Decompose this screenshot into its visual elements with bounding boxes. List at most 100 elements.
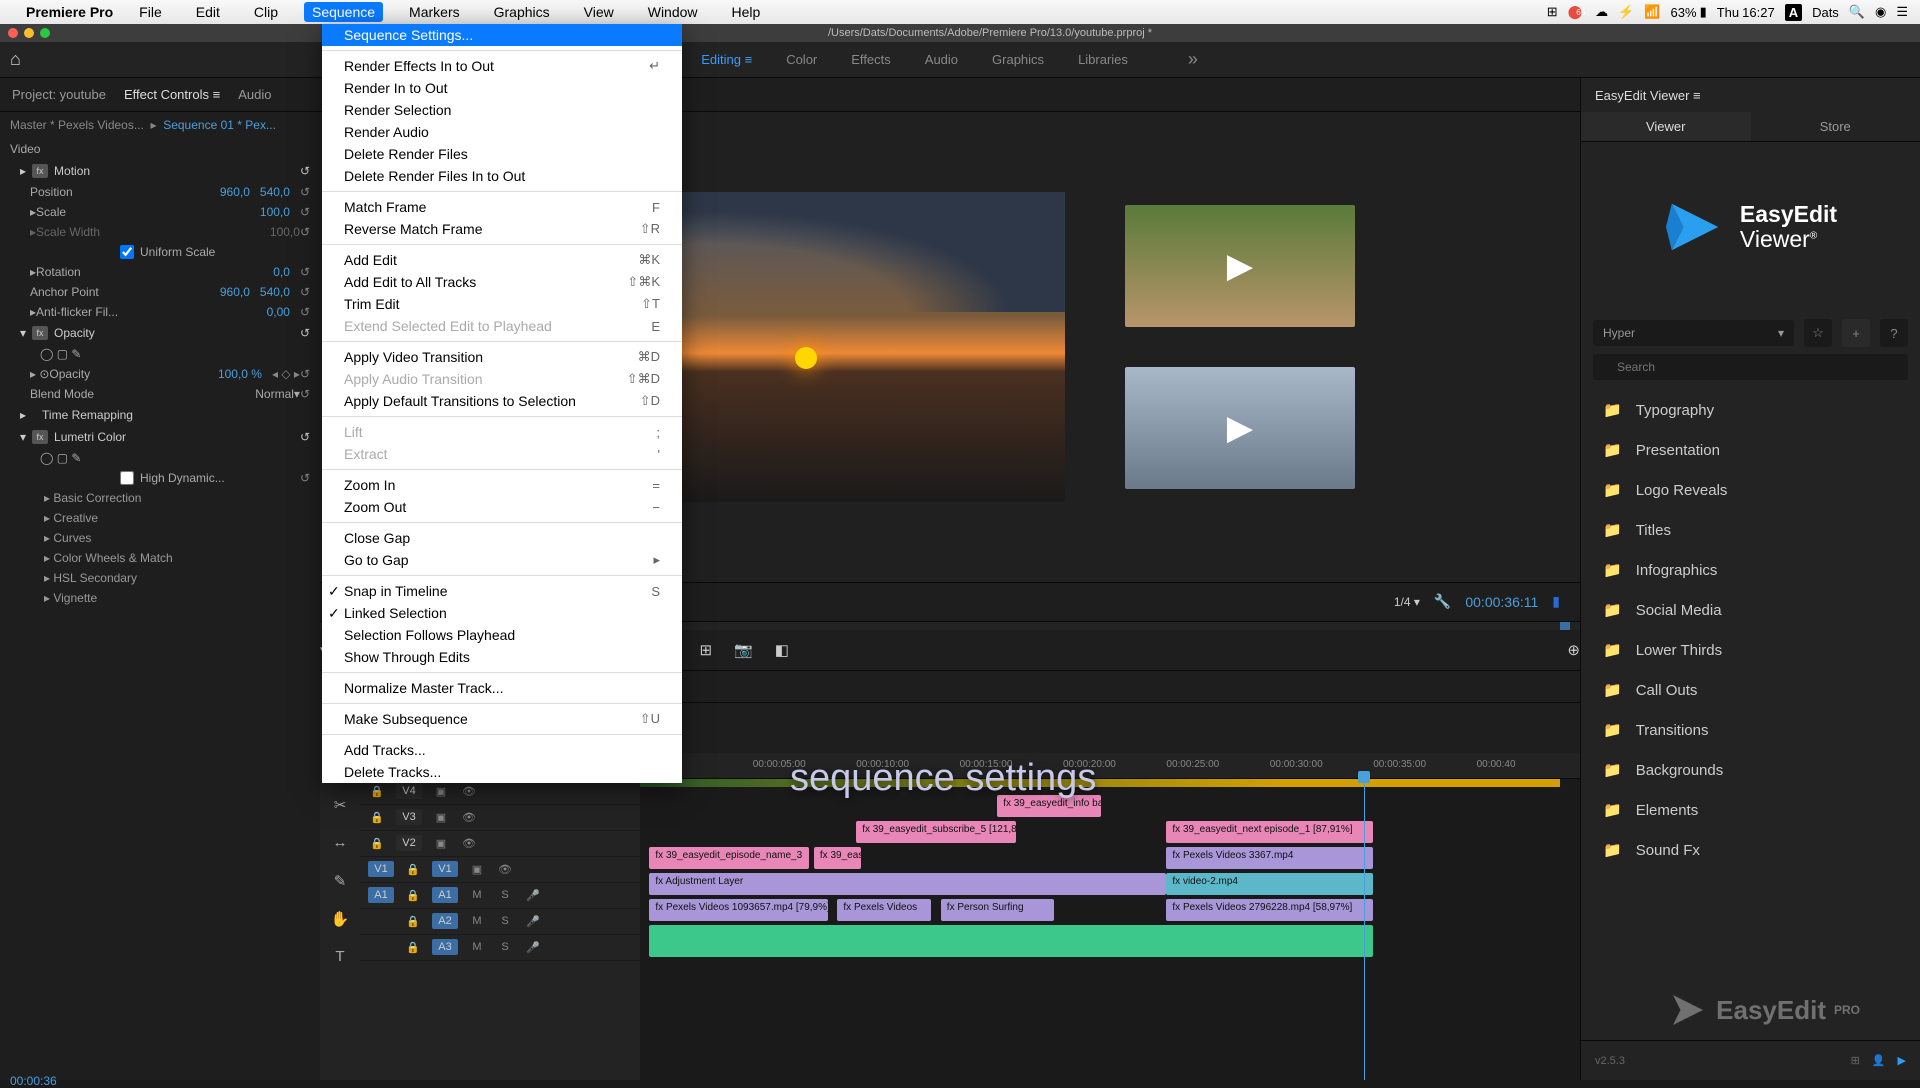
type-tool[interactable]: T [328, 945, 352, 969]
menu-clip[interactable]: Clip [246, 2, 286, 22]
clip-v2[interactable]: fx Adjustment Layer [649, 873, 1166, 895]
dd-delete-render-files[interactable]: Delete Render Files [322, 143, 682, 165]
dd-render-in-to-out[interactable]: Render In to Out [322, 77, 682, 99]
lumetri-curves[interactable]: ▸ Curves [0, 528, 320, 548]
clip-v3c[interactable]: fx Pexels Videos 3367.mp4 [1166, 847, 1373, 869]
category-backgrounds[interactable]: 📁Backgrounds [1581, 750, 1920, 790]
hand-tool[interactable]: ✋ [328, 907, 352, 931]
dd-close-gap[interactable]: Close Gap [322, 527, 682, 549]
siri-icon[interactable]: ◉ [1875, 4, 1886, 20]
screencast-icon[interactable]: ⊞ [1547, 4, 1558, 20]
clip-v1b[interactable]: fx Pexels Videos [837, 899, 931, 921]
dd-make-subsequence[interactable]: Make Subsequence⇧U [322, 708, 682, 730]
close-window[interactable] [8, 28, 18, 38]
dd-apply-default-transitions-to-selection[interactable]: Apply Default Transitions to Selection⇧D [322, 390, 682, 412]
clip-v1d[interactable]: fx Pexels Videos 2796228.mp4 [58,97%] [1166, 899, 1373, 921]
work-area-bar[interactable] [640, 779, 1560, 787]
grid-icon[interactable]: ⊞ [1851, 1054, 1860, 1067]
prop-anchor[interactable]: Anchor Point960,0540,0↺ [0, 282, 320, 302]
ws-color[interactable]: Color [786, 52, 817, 67]
dd-reverse-match-frame[interactable]: Reverse Match Frame⇧R [322, 218, 682, 240]
battery-indicator[interactable]: 63% ▮ [1671, 4, 1707, 20]
user-name[interactable]: Dats [1812, 5, 1839, 20]
preset-select[interactable]: Hyper▾ [1593, 320, 1794, 346]
dd-zoom-in[interactable]: Zoom In= [322, 474, 682, 496]
menu-help[interactable]: Help [724, 2, 769, 22]
wrench-icon[interactable]: 🔧 [1434, 593, 1451, 610]
ws-graphics[interactable]: Graphics [992, 52, 1044, 67]
dd-go-to-gap[interactable]: Go to Gap▸ [322, 549, 682, 571]
tab-project[interactable]: Project: youtube [12, 87, 106, 102]
ws-editing[interactable]: Editing ≡ [701, 52, 752, 67]
clip-v3b[interactable]: fx 39_eas [814, 847, 861, 869]
category-elements[interactable]: 📁Elements [1581, 790, 1920, 830]
uniform-scale-check[interactable]: Uniform Scale [0, 242, 320, 262]
clip-audio[interactable] [649, 925, 1373, 957]
lumetri-vignette[interactable]: ▸ Vignette [0, 588, 320, 608]
lumetri-masks[interactable]: ◯ ▢ ✎ [0, 448, 320, 468]
fx-time-remap[interactable]: ▸ Time Remapping [0, 404, 320, 426]
extract-icon[interactable]: ⊞ [699, 641, 712, 659]
dd-linked-selection[interactable]: ✓Linked Selection [322, 602, 682, 624]
track-a3[interactable]: 🔒A3MS🎤 [360, 935, 640, 961]
category-lower-thirds[interactable]: 📁Lower Thirds [1581, 630, 1920, 670]
dd-render-selection[interactable]: Render Selection [322, 99, 682, 121]
category-logo-reveals[interactable]: 📁Logo Reveals [1581, 470, 1920, 510]
rp-tab-viewer[interactable]: Viewer [1581, 112, 1751, 141]
category-social-media[interactable]: 📁Social Media [1581, 590, 1920, 630]
category-typography[interactable]: 📁Typography [1581, 390, 1920, 430]
login-icon[interactable]: 👤 [1872, 1054, 1886, 1067]
menu-window[interactable]: Window [640, 2, 706, 22]
tab-effect-controls[interactable]: Effect Controls ≡ [124, 87, 220, 102]
dd-snap-in-timeline[interactable]: ✓Snap in TimelineS [322, 580, 682, 602]
dd-zoom-out[interactable]: Zoom Out− [322, 496, 682, 518]
wifi-con-icon[interactable]: 📶 [1644, 4, 1660, 20]
fx-lumetri[interactable]: ▾ fx Lumetri Color↺ [0, 426, 320, 448]
menu-sequence[interactable]: Sequence [304, 2, 383, 22]
lumetri-creative[interactable]: ▸ Creative [0, 508, 320, 528]
wifi-icon[interactable]: ⚡ [1618, 4, 1634, 20]
prop-antiflicker[interactable]: ▸ Anti-flicker Fil...0,00↺ [0, 302, 320, 322]
category-call-outs[interactable]: 📁Call Outs [1581, 670, 1920, 710]
dd-add-tracks-[interactable]: Add Tracks... [322, 739, 682, 761]
tab-audio[interactable]: Audio [238, 87, 271, 102]
dd-render-effects-in-to-out[interactable]: Render Effects In to Out↵ [322, 55, 682, 77]
clip-v1c[interactable]: fx Person Surfing [941, 899, 1054, 921]
ws-audio[interactable]: Audio [925, 52, 958, 67]
dd-add-edit[interactable]: Add Edit⌘K [322, 249, 682, 271]
menu-view[interactable]: View [576, 2, 622, 22]
add-marker-icon[interactable]: ▮ [1552, 593, 1560, 610]
prop-opacity[interactable]: ▸ ⊙ Opacity100,0 %◂ ◇ ▸↺ [0, 364, 320, 384]
home-icon[interactable]: ⌂ [10, 49, 21, 70]
prop-scale[interactable]: ▸ Scale100,0↺ [0, 202, 320, 222]
dd-add-edit-to-all-tracks[interactable]: Add Edit to All Tracks⇧⌘K [322, 271, 682, 293]
razor-tool[interactable]: ✂ [328, 793, 352, 817]
prop-position[interactable]: Position960,0540,0↺ [0, 182, 320, 202]
app-name[interactable]: Premiere Pro [26, 4, 113, 20]
menu-edit[interactable]: Edit [188, 2, 228, 22]
pen-tool[interactable]: ✎ [328, 869, 352, 893]
dd-match-frame[interactable]: Match FrameF [322, 196, 682, 218]
lumetri-hsl-secondary[interactable]: ▸ HSL Secondary [0, 568, 320, 588]
prop-blend[interactable]: Blend ModeNormal ▾↺ [0, 384, 320, 404]
ws-overflow[interactable]: » [1188, 49, 1198, 70]
help-icon[interactable]: ? [1880, 319, 1908, 347]
category-transitions[interactable]: 📁Transitions [1581, 710, 1920, 750]
category-sound-fx[interactable]: 📁Sound Fx [1581, 830, 1920, 870]
rp-tab-store[interactable]: Store [1751, 112, 1920, 141]
ws-libraries[interactable]: Libraries [1078, 52, 1128, 67]
category-titles[interactable]: 📁Titles [1581, 510, 1920, 550]
search-input[interactable] [1593, 354, 1908, 380]
clock[interactable]: Thu 16:27 [1717, 5, 1775, 20]
track-v2[interactable]: 🔒V2▣👁 [360, 831, 640, 857]
dd-sequence-settings-[interactable]: Sequence Settings... [322, 24, 682, 46]
track-v1[interactable]: V1🔒V1▣👁 [360, 857, 640, 883]
timeline-lanes[interactable]: 00:0000:00:05:0000:00:10:0000:00:15:0000… [640, 753, 1580, 1081]
minimize-window[interactable] [24, 28, 34, 38]
compare-icon[interactable]: ◧ [775, 641, 789, 659]
star-icon[interactable]: ☆ [1804, 319, 1832, 347]
play-icon[interactable]: ▶ [1898, 1054, 1906, 1067]
dd-show-through-edits[interactable]: Show Through Edits [322, 646, 682, 668]
dd-render-audio[interactable]: Render Audio [322, 121, 682, 143]
dd-apply-video-transition[interactable]: Apply Video Transition⌘D [322, 346, 682, 368]
